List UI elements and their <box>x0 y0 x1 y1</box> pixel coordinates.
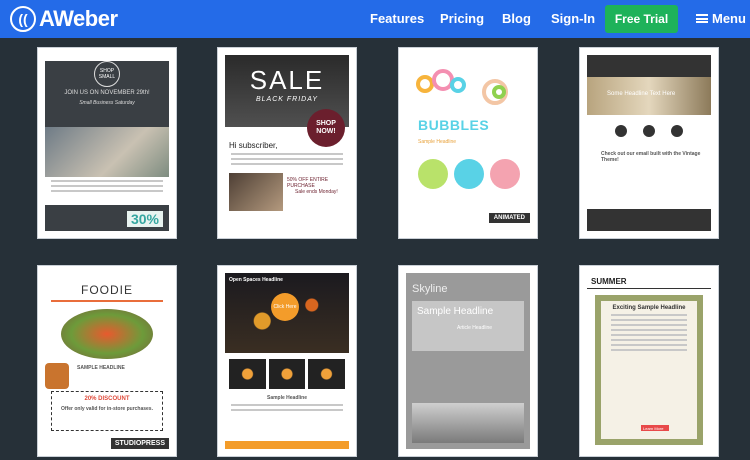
shop-now-badge: SHOP NOW! <box>307 109 345 147</box>
monitor-icon <box>643 125 655 137</box>
sale-ends-text: Sale ends Monday! <box>295 189 338 195</box>
template-card-skyline[interactable]: Skyline Sample Headline Article Headline <box>398 265 538 457</box>
aweber-logo[interactable]: (( AWeber <box>10 6 118 32</box>
template-thumbnail: FOODIE SAMPLE HEADLINE 20% DISCOUNT Offe… <box>45 273 169 449</box>
template-card-black-friday-sale[interactable]: SALE BLACK FRIDAY SHOP NOW! Hi subscribe… <box>217 47 357 239</box>
template-thumbnail: SHOP SMALL JOIN US ON NOVEMBER 29th! Sma… <box>45 55 169 231</box>
city-photo <box>412 403 524 443</box>
sample-headline: Sample Headline <box>417 306 494 317</box>
food-headline: SAMPLE HEADLINE <box>77 365 125 371</box>
foodie-title: FOODIE <box>80 283 133 297</box>
free-trial-button[interactable]: Free Trial <box>605 5 678 33</box>
exciting-headline: Exciting Sample Headline <box>612 305 686 311</box>
click-here-button: Click Here <box>271 293 299 321</box>
animated-badge: ANIMATED <box>488 213 530 223</box>
vintage-text: Check out our email built with the Vinta… <box>601 151 701 163</box>
blue-bubble <box>454 159 484 189</box>
studiopress-badge: STUDIOPRESS <box>110 438 169 449</box>
template-thumbnail: SALE BLACK FRIDAY SHOP NOW! Hi subscribe… <box>225 55 349 231</box>
black-friday-label: BLACK FRIDAY <box>255 96 319 103</box>
top-navigation-bar: (( AWeber Features Pricing Blog Sign-In … <box>0 0 750 38</box>
template-thumbnail: BUBBLES Sample Headline ANIMATED <box>406 55 530 231</box>
sample-headline: Sample Headline <box>418 139 457 145</box>
nav-link-blog[interactable]: Blog <box>502 11 531 26</box>
template-card-open-spaces[interactable]: Open Spaces Headline Click Here Sample H… <box>217 265 357 457</box>
discount-number: 30% <box>126 211 163 227</box>
template-photo <box>45 127 169 177</box>
sale-title: SALE <box>249 65 325 95</box>
template-thumbnail: Skyline Sample Headline Article Headline <box>406 273 530 449</box>
template-header <box>587 55 711 77</box>
template-footer <box>587 209 711 231</box>
salad-photo <box>61 309 153 359</box>
camera-photo <box>229 173 283 211</box>
template-footer <box>225 441 349 449</box>
template-card-small-business-saturday[interactable]: SHOP SMALL JOIN US ON NOVEMBER 29th! Sma… <box>37 47 177 239</box>
template-card-bubbles[interactable]: BUBBLES Sample Headline ANIMATED <box>398 47 538 239</box>
discount-text: 20% DISCOUNT <box>84 396 130 402</box>
template-card-summer[interactable]: SUMMER Exciting Sample Headline Learn Mo… <box>579 265 719 457</box>
logo-text: AWeber <box>39 6 118 31</box>
template-date: JOIN US ON NOVEMBER 29th! <box>64 90 150 96</box>
bubbles-title: BUBBLES <box>418 117 490 133</box>
template-card-foodie[interactable]: FOODIE SAMPLE HEADLINE 20% DISCOUNT Offe… <box>37 265 177 457</box>
shop-small-badge: SHOP SMALL <box>94 61 120 87</box>
plane-icon <box>615 125 627 137</box>
nav-link-features[interactable]: Features <box>370 11 424 26</box>
green-bubble <box>418 159 448 189</box>
template-header: SHOP SMALL JOIN US ON NOVEMBER 29th! Sma… <box>45 61 169 127</box>
hero-headline: Some Headline Text Here <box>587 77 711 115</box>
template-card-vintage[interactable]: Some Headline Text Here Check out our em… <box>579 47 719 239</box>
pizza-photo <box>45 363 69 389</box>
template-subtitle: Small Business Saturday <box>79 100 135 106</box>
hamburger-icon <box>696 14 708 23</box>
nav-link-pricing[interactable]: Pricing <box>440 11 484 26</box>
menu-button[interactable]: Menu <box>696 11 746 26</box>
template-thumbnail: Open Spaces Headline Click Here Sample H… <box>225 273 349 449</box>
offer-text: 50% OFF ENTIRE PURCHASE <box>287 177 329 189</box>
nav-link-sign-in[interactable]: Sign-In <box>551 11 595 26</box>
content-box: Exciting Sample Headline Learn More <box>595 295 703 445</box>
photo-tiles <box>229 359 346 389</box>
summer-title: SUMMER <box>587 273 711 289</box>
open-spaces-headline: Open Spaces Headline <box>229 277 283 283</box>
template-thumbnail: SUMMER Exciting Sample Headline Learn Mo… <box>587 273 711 449</box>
template-thumbnail: Some Headline Text Here Check out our em… <box>587 55 711 231</box>
dashboard-icon <box>671 125 683 137</box>
pink-bubble <box>490 159 520 189</box>
article-headline: Article Headline <box>457 325 493 331</box>
headline-panel: Sample Headline Article Headline <box>412 301 524 351</box>
skyline-title: Skyline <box>412 283 448 295</box>
learn-more-label: Learn More <box>643 426 664 431</box>
offer-note: Offer only valid for in-store purchases. <box>61 406 153 412</box>
sample-headline: Sample Headline <box>266 395 307 401</box>
discount-box: 20% DISCOUNT Offer only valid for in-sto… <box>51 391 163 431</box>
logo-mark-icon: (( <box>10 6 36 32</box>
menu-label: Menu <box>712 11 746 26</box>
template-header: Open Spaces Headline Click Here <box>225 273 349 353</box>
